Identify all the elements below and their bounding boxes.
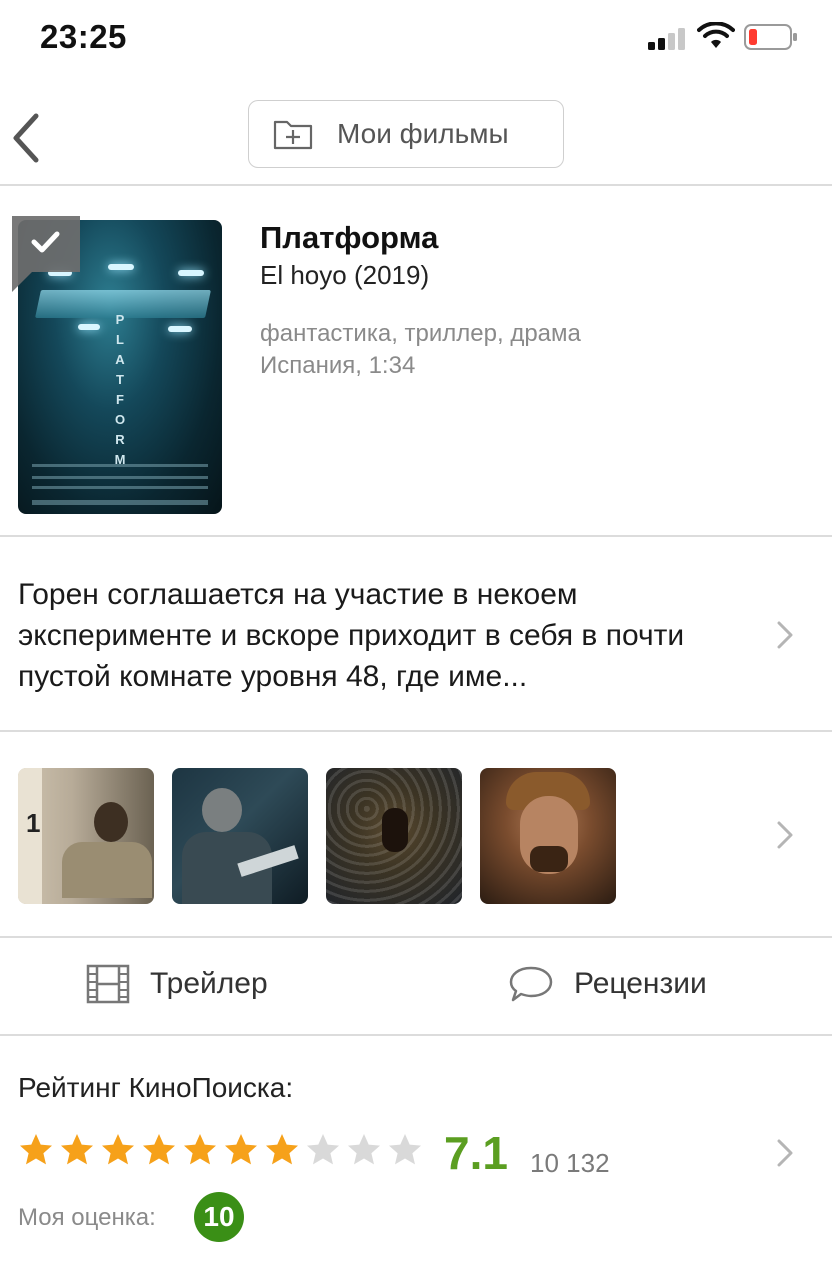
- movie-description: Горен соглашается на участие в некоем эк…: [18, 578, 685, 693]
- poster-letter: O: [114, 412, 126, 427]
- movie-country-duration: Испания, 1:34: [260, 352, 416, 379]
- poster-letter: A: [115, 352, 125, 367]
- poster-letter: P: [115, 312, 125, 327]
- stills-chevron-right-icon[interactable]: [776, 820, 794, 850]
- star-empty-icon: [348, 1134, 380, 1165]
- star-filled-icon: [61, 1134, 93, 1165]
- my-films-label: Мои фильмы: [337, 118, 509, 149]
- my-rating-label: Моя оценка:: [18, 1204, 156, 1231]
- trailer-label: Трейлер: [150, 967, 268, 1000]
- reviews-button[interactable]: Рецензии: [508, 964, 707, 1004]
- rating-title: Рейтинг КиноПоиска:: [18, 1072, 294, 1103]
- star-filled-icon: [184, 1134, 216, 1165]
- poster-letter: T: [116, 372, 124, 387]
- chevron-right-icon: [777, 621, 793, 649]
- divider: [0, 936, 832, 938]
- poster-title-text: PLATFORM: [112, 310, 128, 470]
- movie-genres: фантастика, триллер, драма: [260, 320, 581, 347]
- divider: [0, 184, 832, 186]
- status-time: 23:25: [40, 18, 127, 55]
- star-filled-icon: [20, 1134, 52, 1165]
- reviews-label: Рецензии: [574, 967, 707, 1000]
- folder-plus-icon: [273, 120, 313, 150]
- watched-ribbon: [12, 216, 80, 292]
- film-icon: [86, 964, 130, 1004]
- divider: [0, 730, 832, 732]
- movie-still-2[interactable]: [172, 768, 308, 904]
- my-films-button[interactable]: Мои фильмы: [248, 100, 564, 168]
- poster-letter: L: [116, 332, 124, 347]
- battery-icon: [744, 24, 797, 50]
- description-row[interactable]: Горен соглашается на участие в некоем эк…: [0, 536, 832, 730]
- speech-bubble-icon: [509, 966, 553, 1002]
- vote-count: 10 132: [530, 1148, 610, 1178]
- my-rating-badge[interactable]: 10: [194, 1192, 244, 1242]
- star-filled-icon: [266, 1134, 298, 1165]
- star-empty-icon: [307, 1134, 339, 1165]
- star-filled-icon: [143, 1134, 175, 1165]
- rating-stars: [18, 1132, 428, 1168]
- star-empty-icon: [389, 1134, 421, 1165]
- cellular-signal-icon: [648, 26, 688, 50]
- trailer-button[interactable]: Трейлер: [86, 964, 268, 1004]
- rating-value: 7.1: [444, 1127, 508, 1179]
- movie-still-1[interactable]: 1: [18, 768, 154, 904]
- movie-original-title: El hoyo (2019): [260, 260, 430, 290]
- star-filled-icon: [225, 1134, 257, 1165]
- wifi-icon: [697, 22, 735, 48]
- poster-letter: M: [114, 452, 126, 467]
- back-button[interactable]: [6, 108, 50, 168]
- poster-letter: F: [116, 392, 124, 407]
- chevron-right-icon: [777, 1139, 793, 1167]
- movie-title: Платформа: [260, 220, 439, 255]
- movie-still-4[interactable]: [480, 768, 616, 904]
- star-filled-icon: [102, 1134, 134, 1165]
- poster-letter: R: [115, 432, 125, 447]
- rating-section[interactable]: Рейтинг КиноПоиска: 7.1 10 132 Моя оценк…: [0, 1036, 832, 1266]
- movie-still-3[interactable]: [326, 768, 462, 904]
